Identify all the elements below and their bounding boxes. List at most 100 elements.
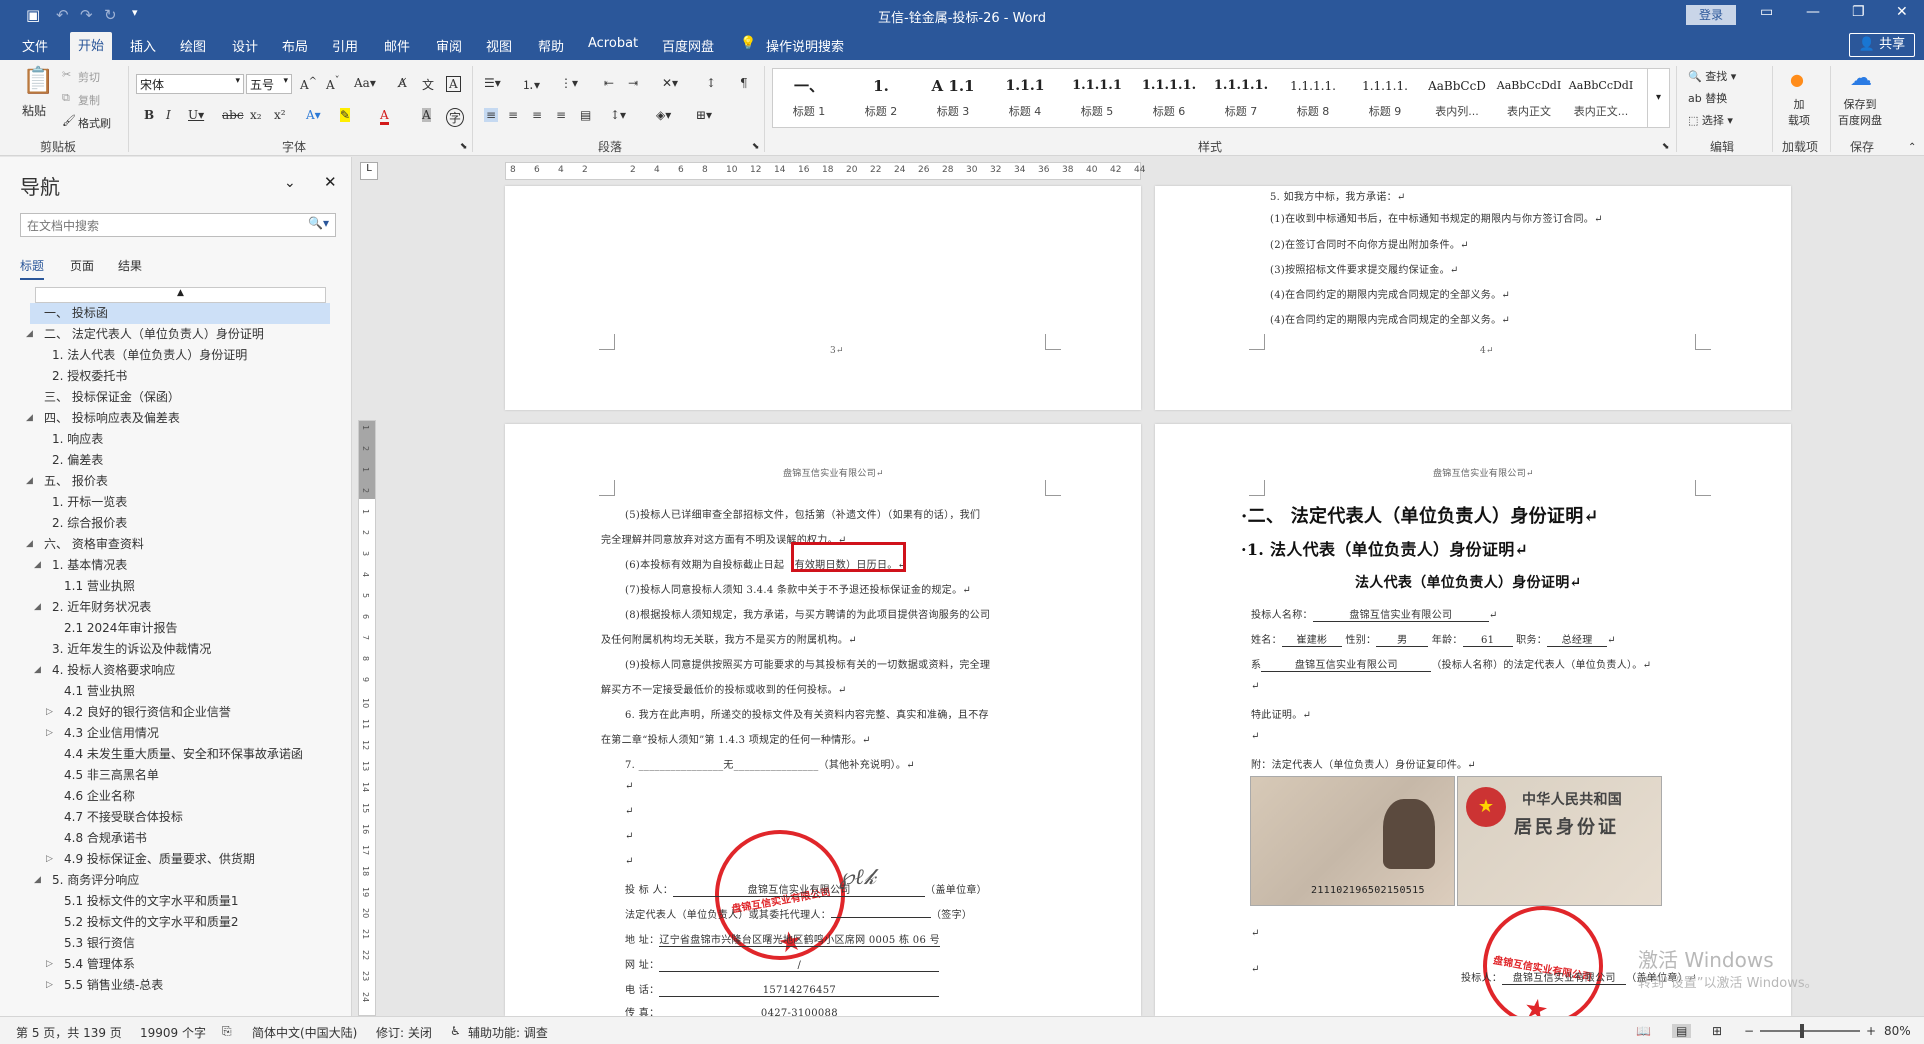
tab-selector-button[interactable]: L <box>360 162 378 180</box>
nav-heading-item[interactable]: 4.1 营业执照 <box>30 681 330 702</box>
zoom-slider[interactable] <box>1760 1030 1860 1032</box>
bold-icon[interactable]: B <box>144 108 154 122</box>
tab-view[interactable]: 视图 <box>486 36 512 55</box>
nav-heading-item[interactable]: ▷ 5.4 管理体系 <box>30 954 330 975</box>
zoom-out-icon[interactable]: − <box>1744 1024 1754 1038</box>
tab-mailings[interactable]: 邮件 <box>384 36 410 55</box>
highlight-icon[interactable]: ✎ <box>340 108 351 122</box>
style-table-col[interactable]: AaBbCcD 表内列... <box>1421 69 1493 127</box>
nav-heading-item[interactable]: ◢ 1. 基本情况表 <box>30 555 330 576</box>
page-5[interactable]: 盘锦互信实业有限公司↵ (5)投标人已详细审查全部招标文件，包括第（补遗文件）（… <box>505 424 1141 1016</box>
nav-heading-item[interactable]: 4.6 企业名称 <box>30 786 330 807</box>
nav-tab-results[interactable]: 结果 <box>118 257 142 274</box>
expand-triangle-icon[interactable]: ◢ <box>34 870 41 891</box>
page-count[interactable]: 第 5 页，共 139 页 <box>16 1024 122 1041</box>
nav-heading-item[interactable]: 4.7 不接受联合体投标 <box>30 807 330 828</box>
nav-heading-item[interactable]: 2. 偏差表 <box>30 450 330 471</box>
nav-heading-item[interactable]: 一、 投标函 <box>30 303 330 324</box>
shading-icon[interactable]: ◈▾ <box>656 108 671 122</box>
nav-heading-item[interactable]: 1. 响应表 <box>30 429 330 450</box>
justify-icon[interactable]: ≡ <box>556 108 566 122</box>
nav-heading-item[interactable]: 3. 近年发生的诉讼及仲裁情况 <box>30 639 330 660</box>
multilevel-list-icon[interactable]: ⋮▾ <box>560 76 578 90</box>
nav-heading-item[interactable]: 4.4 未发生重大质量、安全和环保事故承诺函 <box>30 744 330 765</box>
login-button[interactable]: 登录 <box>1686 5 1736 25</box>
dialog-launcher-icon[interactable]: ⬊ <box>460 142 468 152</box>
expand-triangle-icon[interactable]: ◢ <box>34 660 41 681</box>
tab-layout[interactable]: 布局 <box>282 36 308 55</box>
nav-heading-item[interactable]: 4.8 合规承诺书 <box>30 828 330 849</box>
expand-triangle-icon[interactable]: ◢ <box>34 555 41 576</box>
subscript-icon[interactable]: x₂ <box>250 108 262 122</box>
style-heading-8[interactable]: 1.1.1.1. 标题 8 <box>1277 69 1349 127</box>
tab-home[interactable]: 开始 <box>70 32 113 60</box>
distribute-icon[interactable]: ▤ <box>580 108 591 122</box>
save-baidu-button[interactable]: 保存到 百度网盘 <box>1838 96 1882 128</box>
print-layout-icon[interactable]: ▤ <box>1672 1024 1692 1038</box>
dialog-launcher-icon[interactable]: ⬊ <box>1662 142 1670 152</box>
nav-search-input[interactable]: 在文档中搜索 🔍▾ <box>20 213 336 237</box>
accessibility-status[interactable]: 辅助功能: 调查 <box>468 1024 548 1041</box>
minimize-icon[interactable]: — <box>1806 4 1820 20</box>
nav-heading-item[interactable]: ◢ 四、 投标响应表及偏差表 <box>26 408 330 429</box>
expand-triangle-icon[interactable]: ◢ <box>26 534 33 555</box>
sort-icon[interactable]: ↕ <box>706 76 716 90</box>
tab-acrobat[interactable]: Acrobat <box>588 36 638 51</box>
zoom-in-icon[interactable]: + <box>1866 1024 1876 1038</box>
page-4[interactable]: 5. 如我方中标，我方承诺：↵ (1)在收到中标通知书后，在中标通知书规定的期限… <box>1155 186 1791 410</box>
replace-button[interactable]: ab 替换 <box>1688 90 1727 106</box>
nav-top-marker[interactable]: ▲ <box>35 287 326 303</box>
char-shading-icon[interactable]: A <box>422 108 431 122</box>
grow-font-icon[interactable]: A^ <box>300 76 317 92</box>
tell-me-search[interactable]: 操作说明搜索 <box>766 36 844 55</box>
chevron-down-icon[interactable]: ⌄ <box>284 175 296 191</box>
cut-icon[interactable]: ✂ <box>62 68 71 81</box>
borders-icon[interactable]: ⊞▾ <box>696 108 712 122</box>
nav-heading-item[interactable]: 1.1 营业执照 <box>30 576 330 597</box>
style-heading-6[interactable]: 1.1.1.1. 标题 6 <box>1133 69 1205 127</box>
zoom-slider-thumb[interactable] <box>1800 1024 1804 1038</box>
nav-heading-item[interactable]: ◢ 4. 投标人资格要求响应 <box>30 660 330 681</box>
collapsed-triangle-icon[interactable]: ▷ <box>46 954 53 975</box>
tab-insert[interactable]: 插入 <box>130 36 156 55</box>
numbering-icon[interactable]: ⒈▾ <box>522 76 540 93</box>
dialog-launcher-icon[interactable]: ⬊ <box>752 142 760 152</box>
phonetic-guide-icon[interactable]: 文 <box>422 76 434 93</box>
page-6[interactable]: 盘锦互信实业有限公司↵ ·二、 法定代表人（单位负责人）身份证明↵ ·1. 法人… <box>1155 424 1791 1016</box>
collapse-ribbon-icon[interactable]: ⌃ <box>1908 142 1916 153</box>
expand-triangle-icon[interactable]: ◢ <box>26 471 33 492</box>
strikethrough-icon[interactable]: abc <box>222 108 244 122</box>
italic-icon[interactable]: I <box>166 108 171 122</box>
font-name-select[interactable]: 宋体 ▾ <box>136 74 244 94</box>
nav-heading-item[interactable]: ◢ 五、 报价表 <box>26 471 330 492</box>
proofing-icon[interactable]: ⎘ <box>222 1024 232 1039</box>
paste-icon[interactable]: 📋 <box>22 66 54 96</box>
horizontal-ruler[interactable]: 8 6 4 2 2 4 6 8 10 12 14 16 18 20 22 24 26 28 30 32 34 36 38 40… <box>505 162 1145 180</box>
style-heading-7[interactable]: 1.1.1.1. 标题 7 <box>1205 69 1277 127</box>
collapsed-triangle-icon[interactable]: ▷ <box>46 849 53 870</box>
style-heading-5[interactable]: 1.1.1.1 标题 5 <box>1061 69 1133 127</box>
restore-icon[interactable]: ❐ <box>1852 4 1865 20</box>
nav-heading-item[interactable]: 5.1 投标文件的文字水平和质量1 <box>30 891 330 912</box>
tab-design[interactable]: 设计 <box>232 36 258 55</box>
tab-references[interactable]: 引用 <box>332 36 358 55</box>
nav-heading-item[interactable]: ◢ 二、 法定代表人（单位负责人）身份证明 <box>26 324 330 345</box>
nav-heading-item[interactable]: 5.3 银行资信 <box>30 933 330 954</box>
style-heading-9[interactable]: 1.1.1.1. 标题 9 <box>1349 69 1421 127</box>
font-size-select[interactable]: 五号 ▾ <box>246 74 292 94</box>
accessibility-icon[interactable]: ♿ <box>450 1024 461 1038</box>
style-heading-4[interactable]: 1.1.1 标题 4 <box>989 69 1061 127</box>
show-marks-icon[interactable]: ¶ <box>740 76 748 90</box>
text-effects-icon[interactable]: A▾ <box>306 108 321 122</box>
style-heading-3[interactable]: A 1.1 标题 3 <box>917 69 989 127</box>
clear-format-icon[interactable]: A̸ <box>398 76 407 90</box>
nav-heading-item[interactable]: ◢ 六、 资格审查资料 <box>26 534 330 555</box>
tab-baidu[interactable]: 百度网盘 <box>662 36 714 55</box>
nav-heading-item[interactable]: 2. 综合报价表 <box>30 513 330 534</box>
nav-heading-item[interactable]: ▷ 5.5 销售业绩-总表 <box>30 975 330 996</box>
superscript-icon[interactable]: x² <box>274 108 286 122</box>
baidu-cloud-icon[interactable]: ☁ <box>1850 66 1872 91</box>
addin-button[interactable]: 加 载项 <box>1788 96 1810 128</box>
nav-heading-item[interactable]: ▷ 4.3 企业信用情况 <box>30 723 330 744</box>
tab-help[interactable]: 帮助 <box>538 36 564 55</box>
